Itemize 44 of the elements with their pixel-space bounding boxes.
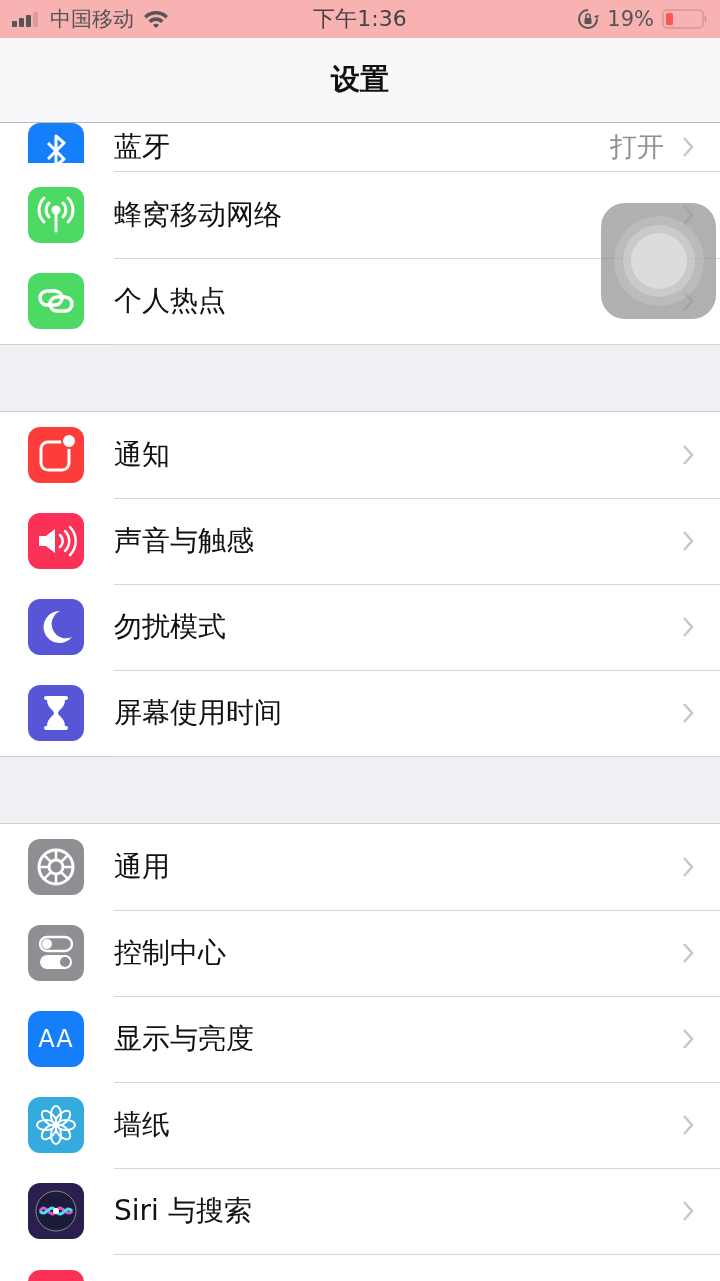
battery-icon: [662, 8, 708, 30]
gear-icon: [28, 839, 84, 895]
app-icon: [28, 1270, 84, 1281]
assistive-touch-button[interactable]: [601, 203, 716, 319]
chevron-icon: [682, 1027, 694, 1050]
row-label: Siri 与搜索: [114, 1192, 253, 1229]
row-label: 声音与触感: [114, 522, 255, 559]
row-label: 蜂窝移动网络: [114, 196, 283, 233]
chevron-icon: [682, 701, 694, 724]
siri-orb-icon: [28, 1183, 84, 1239]
battery-percent: 19%: [607, 7, 654, 31]
row-label: 屏幕使用时间: [114, 694, 283, 731]
chevron-icon: [682, 615, 694, 638]
row-label: 通用: [114, 848, 171, 885]
chevron-icon: [682, 135, 694, 158]
page-title: 设置: [331, 61, 389, 98]
icon-letters: AA: [37, 1025, 75, 1053]
chevron-icon: [682, 1113, 694, 1136]
notification-icon: [28, 427, 84, 483]
hourglass-icon: [28, 685, 84, 741]
row-label: 勿扰模式: [114, 608, 227, 645]
status-time: 下午1:36: [313, 5, 407, 33]
chevron-icon: [682, 941, 694, 964]
row-label: 墙纸: [114, 1106, 171, 1143]
row-label: 蓝牙: [114, 128, 171, 165]
row-value: 打开: [610, 129, 664, 164]
chevron-icon: [682, 529, 694, 552]
row-label: 显示与亮度: [114, 1020, 255, 1057]
chevron-icon: [682, 855, 694, 878]
moon-icon: [28, 599, 84, 655]
carrier-name: 中国移动: [50, 6, 134, 33]
toggles-icon: [28, 925, 84, 981]
flower-icon: [28, 1097, 84, 1153]
chevron-icon: [682, 1199, 694, 1222]
rotation-lock-icon: [577, 8, 600, 30]
chain-link-icon: [28, 273, 84, 329]
speaker-icon: [28, 513, 84, 569]
text-size-icon: [28, 1011, 84, 1067]
row-label: 控制中心: [114, 934, 227, 971]
row-label: 通知: [114, 436, 171, 473]
wifi-icon: [142, 9, 170, 29]
row-label: 个人热点: [114, 282, 227, 319]
chevron-icon: [682, 443, 694, 466]
antenna-icon: [28, 187, 84, 243]
